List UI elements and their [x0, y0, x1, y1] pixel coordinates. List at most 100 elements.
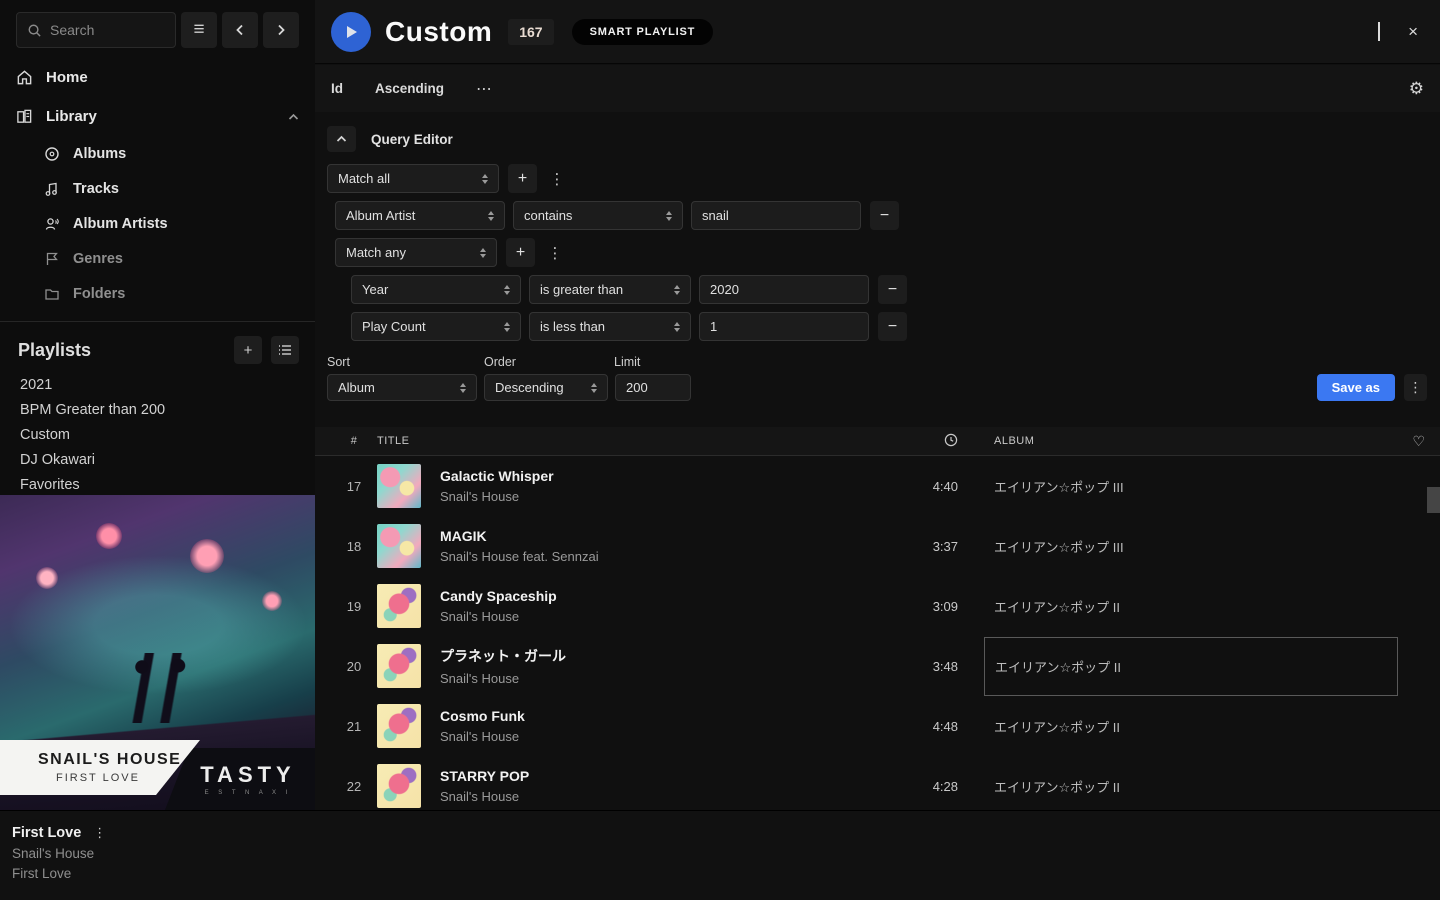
- now-playing-title[interactable]: First Love: [12, 825, 81, 841]
- track-duration: 4:40: [862, 479, 958, 494]
- group-rule-value-input[interactable]: 2020: [699, 275, 869, 304]
- group-rule-field-select[interactable]: Year: [351, 275, 521, 304]
- play-playlist-button[interactable]: [331, 12, 371, 52]
- clock-icon: [944, 433, 958, 447]
- column-favorite[interactable]: ♡: [1398, 433, 1440, 450]
- menu-button[interactable]: ≡: [181, 12, 217, 48]
- kebab-icon: ⋮: [550, 170, 565, 188]
- sidebar-item-tracks[interactable]: Tracks: [0, 171, 315, 206]
- track-album[interactable]: エイリアン☆ポップ II: [984, 697, 1398, 756]
- match-any-select[interactable]: Match any: [335, 238, 497, 267]
- playlist-item-custom[interactable]: Custom: [0, 422, 315, 447]
- track-title: STARRY POP: [440, 768, 862, 784]
- track-album-focused-cell[interactable]: エイリアン☆ポップ II: [984, 637, 1398, 696]
- save-as-button[interactable]: Save as: [1317, 374, 1395, 401]
- now-playing-artist[interactable]: Snail's House: [12, 846, 106, 861]
- playlist-item-2021[interactable]: 2021: [0, 372, 315, 397]
- column-album[interactable]: ALBUM: [984, 435, 1398, 447]
- sort-select[interactable]: Album: [327, 374, 477, 401]
- plus-icon: +: [518, 170, 527, 188]
- group-menu-button[interactable]: ⋮: [543, 238, 567, 267]
- maximize-button[interactable]: [1378, 23, 1380, 41]
- settings-gear-button[interactable]: ⚙: [1409, 79, 1424, 99]
- track-row[interactable]: 18 MAGIK Snail's House feat. Sennzai 3:3…: [315, 516, 1440, 576]
- sort-field-button[interactable]: Id: [331, 81, 343, 96]
- add-group-rule-button[interactable]: +: [506, 238, 535, 267]
- track-row[interactable]: 17 Galactic Whisper Snail's House 4:40 エ…: [315, 456, 1440, 516]
- sidebar-item-folders[interactable]: Folders: [0, 276, 315, 311]
- sidebar-item-label: Albums: [73, 146, 126, 162]
- artist-icon: [44, 216, 60, 232]
- track-artist: Snail's House feat. Sennzai: [440, 549, 862, 564]
- sort-direction-button[interactable]: Ascending: [375, 81, 444, 96]
- collapse-query-button[interactable]: [327, 126, 356, 152]
- plus-icon: +: [516, 244, 525, 262]
- track-album[interactable]: エイリアン☆ポップ II: [984, 757, 1398, 811]
- limit-input[interactable]: 200: [615, 374, 691, 401]
- sidebar-item-label: Library: [46, 108, 97, 125]
- track-album[interactable]: エイリアン☆ポップ II: [984, 577, 1398, 636]
- match-all-select[interactable]: Match all: [327, 164, 499, 193]
- kebab-icon: ⋮: [1409, 379, 1423, 396]
- track-album[interactable]: エイリアン☆ポップ III: [984, 517, 1398, 576]
- column-title[interactable]: TITLE: [377, 435, 862, 447]
- chevron-right-icon: [275, 24, 287, 36]
- remove-group-rule-button[interactable]: −: [878, 275, 907, 304]
- table-header: # TITLE ALBUM ♡: [315, 427, 1440, 456]
- group-rule-operator-select[interactable]: is greater than: [529, 275, 691, 304]
- sidebar-item-album-artists[interactable]: Album Artists: [0, 206, 315, 241]
- track-row[interactable]: 21 Cosmo Funk Snail's House 4:48 エイリアン☆ポ…: [315, 696, 1440, 756]
- add-playlist-button[interactable]: +: [234, 336, 262, 364]
- column-duration[interactable]: [862, 433, 958, 450]
- sort-label: Sort: [327, 355, 484, 369]
- kebab-icon: ⋮: [93, 825, 106, 840]
- collapse-chevron-icon[interactable]: [288, 113, 299, 121]
- now-playing-album[interactable]: First Love: [12, 866, 106, 881]
- more-options-button[interactable]: ⋯: [476, 79, 494, 99]
- column-number[interactable]: #: [331, 435, 377, 447]
- back-button[interactable]: [222, 12, 258, 48]
- track-artist: Snail's House: [440, 671, 862, 686]
- playlist-item-favorites[interactable]: Favorites: [0, 472, 315, 497]
- sidebar-item-albums[interactable]: Albums: [0, 136, 315, 171]
- sidebar-item-label: Tracks: [73, 181, 119, 197]
- playlist-item-bpm[interactable]: BPM Greater than 200: [0, 397, 315, 422]
- group-rule-field-select[interactable]: Play Count: [351, 312, 521, 341]
- add-rule-button[interactable]: +: [508, 164, 537, 193]
- group-rule-operator-select[interactable]: is less than: [529, 312, 691, 341]
- select-stepper-icon: [666, 211, 672, 221]
- remove-rule-button[interactable]: −: [870, 201, 899, 230]
- search-input[interactable]: Search: [16, 12, 176, 48]
- rule-field-select[interactable]: Album Artist: [335, 201, 505, 230]
- flag-icon: [44, 251, 60, 267]
- group-rule-value-input[interactable]: 1: [699, 312, 869, 341]
- track-album[interactable]: エイリアン☆ポップ III: [984, 457, 1398, 516]
- track-title: MAGIK: [440, 528, 862, 544]
- sidebar-item-library[interactable]: Library: [0, 97, 315, 136]
- scrollbar-thumb[interactable]: [1427, 487, 1440, 513]
- remove-group-rule-button[interactable]: −: [878, 312, 907, 341]
- search-icon: [27, 23, 42, 38]
- select-stepper-icon: [674, 285, 680, 295]
- track-row[interactable]: 20 プラネット・ガール Snail's House 3:48 エイリアン☆ポッ…: [315, 636, 1440, 696]
- page-title: Custom: [385, 16, 492, 48]
- rule-menu-button[interactable]: ⋮: [545, 164, 569, 193]
- order-select[interactable]: Descending: [484, 374, 608, 401]
- save-menu-button[interactable]: ⋮: [1404, 374, 1427, 401]
- track-row[interactable]: 22 STARRY POP Snail's House 4:28 エイリアン☆ポ…: [315, 756, 1440, 810]
- close-button[interactable]: ×: [1408, 23, 1418, 40]
- rule-operator-select[interactable]: contains: [513, 201, 683, 230]
- sidebar-item-home[interactable]: Home: [0, 58, 315, 97]
- forward-button[interactable]: [263, 12, 299, 48]
- playlist-item-dj-okawari[interactable]: DJ Okawari: [0, 447, 315, 472]
- limit-label: Limit: [614, 355, 640, 369]
- track-row[interactable]: 19 Candy Spaceship Snail's House 3:09 エイ…: [315, 576, 1440, 636]
- rule-value-input[interactable]: snail: [691, 201, 861, 230]
- playlist-list-button[interactable]: [271, 336, 299, 364]
- sidebar-item-genres[interactable]: Genres: [0, 241, 315, 276]
- track-duration: 3:37: [862, 539, 958, 554]
- record-label: TASTY: [184, 762, 295, 788]
- now-playing-menu-button[interactable]: ⋮: [93, 825, 106, 841]
- track-title: Candy Spaceship: [440, 588, 862, 604]
- hamburger-icon: ≡: [193, 19, 204, 41]
